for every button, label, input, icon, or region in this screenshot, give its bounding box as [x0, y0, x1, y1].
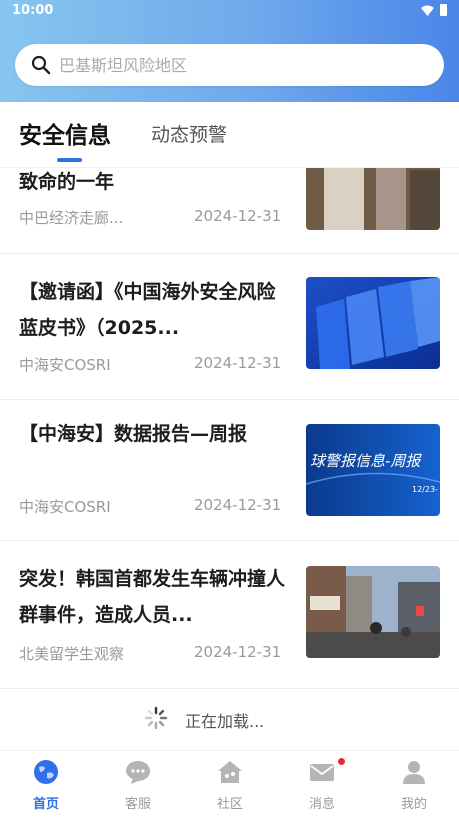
bottom-nav: 首页 客服 社区 消息 我的: [0, 750, 459, 817]
battery-icon: [440, 4, 447, 16]
news-feed[interactable]: 致命的一年 中巴经济走廊... 2024-12-31 【邀请函】《中国海外安全风…: [0, 168, 459, 750]
loading-indicator: 正在加载...: [0, 700, 459, 736]
wifi-icon: [421, 5, 434, 16]
news-title: 突发！韩国首都发生车辆冲撞人群事件，造成人员...: [19, 568, 285, 626]
mail-icon: [310, 764, 334, 781]
news-item[interactable]: 致命的一年 中巴经济走廊... 2024-12-31: [0, 168, 459, 254]
unread-badge: [338, 758, 345, 765]
photo-crowd-icon: [306, 168, 440, 230]
blue-books-icon: [306, 277, 440, 369]
community-icon: [218, 761, 242, 783]
news-title: 【中海安】数据报告—周报: [19, 423, 248, 445]
street-photo-icon: [306, 566, 440, 658]
news-date: 2024-12-31: [194, 207, 282, 225]
globe-icon: [34, 760, 58, 784]
news-date: 2024-12-31: [194, 496, 282, 514]
nav-label: 消息: [308, 797, 335, 812]
news-title: 【邀请函】《中国海外安全风险蓝皮书》（2025...: [19, 281, 276, 339]
nav-home[interactable]: 首页: [0, 751, 92, 817]
nav-community[interactable]: 社区: [184, 751, 276, 817]
news-item[interactable]: 突发！韩国首都发生车辆冲撞人群事件，造成人员... 北美留学生观察 2024-1…: [0, 541, 459, 689]
tab-safety-info[interactable]: 安全信息: [19, 116, 111, 150]
news-date: 2024-12-31: [194, 354, 282, 372]
news-source: 中海安COSRI: [19, 356, 111, 374]
nav-label: 我的: [400, 797, 427, 812]
search-input[interactable]: [59, 44, 429, 86]
user-icon: [403, 761, 425, 784]
news-item[interactable]: 【中海安】数据报告—周报 中海安COSRI 2024-12-31 球警报信息-周…: [0, 400, 459, 541]
nav-label: 客服: [124, 797, 151, 812]
tab-bar: 安全信息 动态预警: [0, 102, 459, 168]
nav-label: 社区: [216, 797, 243, 812]
news-source: 中巴经济走廊...: [19, 209, 124, 227]
nav-service[interactable]: 客服: [92, 751, 184, 817]
news-source: 中海安COSRI: [19, 498, 111, 516]
news-item[interactable]: 【邀请函】《中国海外安全风险蓝皮书》（2025... 中海安COSRI 2024…: [0, 254, 459, 400]
nav-messages[interactable]: 消息: [276, 751, 368, 817]
news-title: 致命的一年: [19, 171, 115, 193]
news-date: 2024-12-31: [194, 643, 282, 661]
status-bar: 10:00: [0, 0, 459, 22]
news-source: 北美留学生观察: [19, 645, 125, 663]
svg-text:12/23-: 12/23-: [412, 485, 438, 494]
tab-indicator: [57, 158, 82, 162]
status-icons: [421, 4, 447, 16]
loading-text: 正在加载...: [185, 712, 265, 731]
nav-label: 首页: [32, 797, 59, 812]
status-time: 10:00: [12, 3, 54, 18]
search-bar[interactable]: [15, 44, 444, 86]
chat-icon: [126, 761, 150, 784]
tab-alerts[interactable]: 动态预警: [151, 120, 227, 147]
svg-text:球警报信息-周报: 球警报信息-周报: [310, 452, 422, 470]
spinner-icon: [144, 706, 168, 730]
nav-profile[interactable]: 我的: [368, 751, 459, 817]
search-icon: [31, 55, 51, 75]
report-banner-icon: 球警报信息-周报 12/23-: [306, 424, 440, 516]
